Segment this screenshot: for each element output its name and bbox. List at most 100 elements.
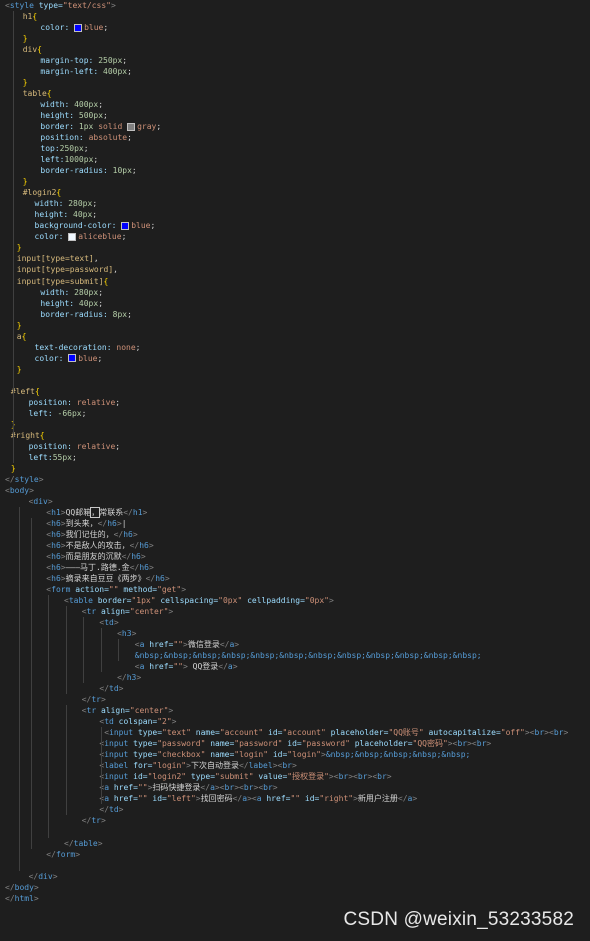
code-token: </ (97, 518, 108, 528)
code-token: 500px (78, 111, 104, 121)
code-token: [type=password] (40, 265, 114, 275)
code-token: h1 (132, 507, 143, 517)
code-token: > (148, 540, 154, 550)
code-line: </style> (5, 474, 44, 485)
code-token: 1000px (64, 155, 94, 165)
code-token: </ (123, 507, 133, 517)
code-token: > (97, 838, 103, 848)
code-token: tr (86, 607, 97, 617)
code-token: href= (144, 662, 174, 672)
code-token: h6 (51, 540, 61, 550)
code-token: id= (128, 772, 148, 782)
code-token: </ (238, 761, 249, 771)
code-token: br (338, 772, 349, 782)
code-token: ; (156, 122, 162, 132)
code-token: align= (96, 607, 130, 617)
code-token: } (10, 463, 16, 473)
code-line: #left{ (11, 386, 40, 397)
color-swatch-icon (121, 221, 130, 230)
code-token: border= (92, 596, 132, 606)
code-token: "" (173, 640, 183, 650)
code-token: ; (122, 56, 128, 66)
code-token: color: (34, 353, 69, 363)
code-token: </ (81, 816, 92, 826)
code-token: "checkbox" (157, 750, 206, 760)
code-token: body (9, 485, 30, 495)
code-token: blue (84, 23, 104, 33)
code-token: top: (40, 144, 60, 154)
code-token: ; (98, 287, 104, 297)
code-token: ; (127, 309, 132, 319)
code-token: "account" (282, 728, 326, 738)
code-line: top:250px; (40, 143, 88, 154)
code-token: -66px (57, 408, 82, 418)
code-line: <form action="" method="get"> (46, 584, 186, 595)
code-token: tr (91, 816, 101, 826)
code-token: id= (263, 728, 283, 738)
indent-guide (101, 727, 102, 805)
code-token: , (93, 254, 99, 264)
code-token: style (9, 1, 34, 10)
code-token: td (109, 805, 119, 815)
indent-guide (19, 506, 20, 871)
code-token: td (104, 618, 114, 628)
code-line: </table> (64, 838, 103, 849)
code-token: ; (92, 199, 98, 209)
code-token: > (328, 596, 334, 606)
code-token: table (22, 89, 47, 99)
code-token: </ (81, 695, 92, 705)
code-token: 40px (78, 298, 99, 308)
code-token: </ (5, 893, 15, 903)
code-token: QQ登录 (187, 662, 219, 672)
code-token: 10px (112, 166, 132, 176)
code-token: &nbsp;&nbsp;&nbsp;&nbsp;&nbsp;&nbsp;&nbs… (134, 651, 482, 661)
code-token: cellpadding= (242, 596, 305, 606)
code-line: </body> (5, 882, 39, 893)
code-token: > (412, 794, 418, 804)
code-token: tr (91, 695, 101, 705)
code-token: name= (190, 728, 220, 738)
code-token: 55px (52, 452, 72, 462)
code-token: { (34, 386, 40, 396)
color-swatch-icon (127, 122, 136, 131)
code-token: ; (115, 397, 121, 407)
code-line: <h6>到头来，</h6>| (46, 518, 126, 529)
code-token: width: (40, 100, 75, 110)
code-token: h6 (123, 529, 133, 539)
code-token: > (52, 871, 58, 881)
code-token: for= (128, 761, 153, 771)
code-token: cellspacing= (155, 596, 219, 606)
code-token: </ (121, 552, 132, 561)
code-token: ; (131, 166, 137, 176)
code-token: 常联系 (99, 507, 124, 517)
code-line: h1{ (23, 11, 37, 22)
code-token: > (33, 893, 39, 903)
code-line: &nbsp;&nbsp;&nbsp;&nbsp;&nbsp;&nbsp;&nbs… (135, 650, 482, 661)
code-token: background-color: (34, 221, 122, 231)
code-token: placeholder= (325, 728, 389, 738)
code-line: } (17, 364, 22, 375)
code-token: > (131, 629, 137, 639)
code-editor[interactable]: <style type="text/css"> h1{color: blue;} d… (0, 0, 590, 941)
code-token: ; (93, 155, 99, 165)
code-token: aliceblue (78, 232, 122, 242)
code-token: </ (200, 783, 211, 793)
code-token: colspan= (113, 717, 158, 727)
code-line: <table border="1px" cellspacing="0px" ce… (64, 595, 334, 606)
code-token: QQ邮箱 (65, 507, 92, 517)
code-token: ; (71, 452, 77, 462)
code-line: } (17, 320, 22, 331)
code-line: <h6>不是敌人的攻击，</h6> (46, 540, 153, 551)
code-line: <a href="" id="left">找回密码</a><a href="" … (99, 793, 417, 804)
code-token: left: (40, 155, 65, 165)
code-token: blue (131, 221, 151, 231)
code-token: > (111, 1, 116, 10)
code-line: width: 280px; (35, 198, 98, 209)
indent-guide (83, 617, 84, 684)
code-token: action= (70, 585, 109, 595)
code-token: > (118, 805, 124, 815)
code-token: br (263, 783, 273, 793)
code-token: "QQ密码" (412, 739, 448, 749)
code-token: > (168, 706, 174, 716)
code-line: margin-top: 250px; (40, 55, 127, 66)
